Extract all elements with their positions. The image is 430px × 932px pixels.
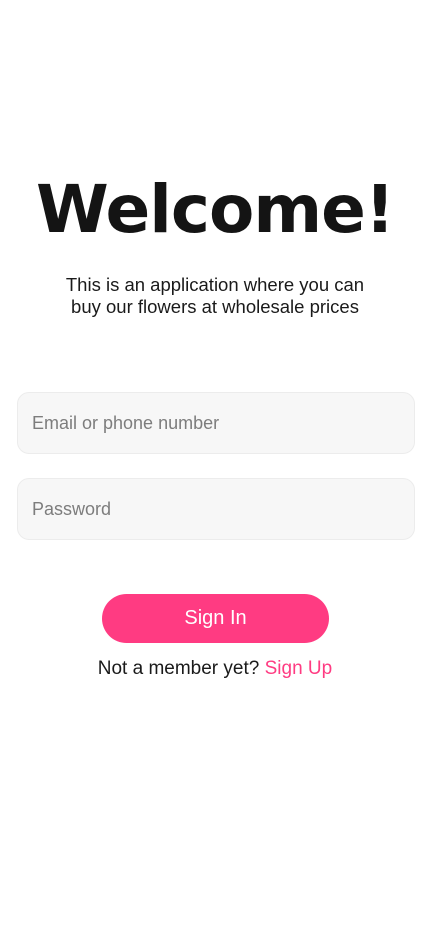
password-field[interactable] — [18, 479, 414, 539]
sign-up-link[interactable]: Sign Up — [265, 658, 333, 679]
login-screen: Welcome! This is an application where yo… — [0, 0, 430, 932]
email-field-container — [17, 392, 415, 454]
signup-prompt-text: Not a member yet? — [97, 658, 260, 679]
page-title: Welcome! — [36, 171, 395, 248]
password-field-container — [17, 478, 415, 540]
page-subtitle: This is an application where you can buy… — [65, 274, 365, 317]
sign-in-button[interactable]: Sign In — [102, 594, 329, 643]
signup-prompt: Not a member yet? Sign Up — [0, 657, 430, 681]
email-field[interactable] — [18, 393, 414, 453]
